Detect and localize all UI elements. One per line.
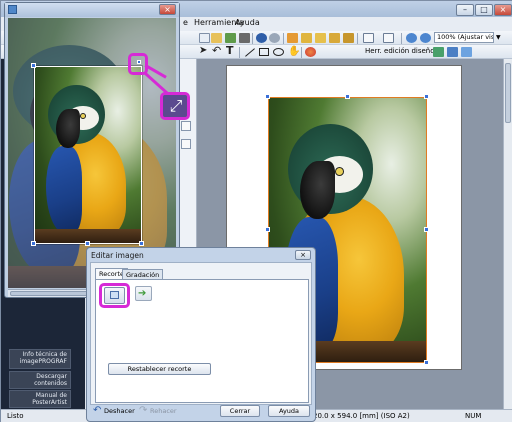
trim-titlebar: ×: [5, 3, 179, 17]
design-tool-2-icon[interactable]: [447, 47, 458, 57]
zoom-select[interactable]: 100% (Ajustar vista): [434, 32, 494, 43]
tech-info-button[interactable]: Info técnica de imagePROGRAF: [9, 349, 71, 369]
resize-handle[interactable]: [424, 227, 429, 232]
crop-handle-highlighted[interactable]: [137, 60, 141, 64]
align-icon[interactable]: [287, 33, 298, 43]
design-tool-1-icon[interactable]: [433, 47, 444, 57]
chevron-down-icon[interactable]: ▼: [496, 34, 501, 41]
undo-icon: ↶: [93, 405, 102, 416]
pointer-icon[interactable]: ➤: [199, 46, 210, 56]
minimize-button[interactable]: –: [456, 4, 474, 16]
dialog-body: Recorte Gradación ➔ Restablecer recorte: [90, 262, 312, 405]
open-folder-icon[interactable]: [211, 33, 222, 43]
close-dialog-button[interactable]: Cerrar: [220, 405, 260, 417]
design-tool-3-icon[interactable]: [461, 47, 472, 57]
redo-icon: ↷: [139, 405, 148, 416]
resize-handle[interactable]: [424, 360, 429, 365]
distribute-icon[interactable]: [301, 33, 312, 43]
new-document-icon[interactable]: [199, 33, 210, 43]
property-field[interactable]: [181, 121, 191, 131]
highlight-resize-cursor: ⤢: [160, 92, 190, 120]
crop-tab-panel: ➔ Restablecer recorte: [95, 279, 309, 403]
resize-handle[interactable]: [424, 94, 429, 99]
crop-handle[interactable]: [85, 241, 90, 246]
grid-icon[interactable]: [383, 33, 394, 43]
crop-icon: [110, 291, 119, 299]
undo-icon[interactable]: [256, 33, 267, 43]
close-button[interactable]: ×: [494, 4, 512, 16]
page-size-text: 20.0 x 594.0 [mm] (ISO A2): [313, 412, 410, 420]
num-lock-indicator: NUM: [465, 412, 482, 420]
resize-handle[interactable]: [345, 94, 350, 99]
frame-icon[interactable]: [363, 33, 374, 43]
menu-item-help[interactable]: Ayuda: [235, 18, 260, 27]
ellipse-icon[interactable]: [273, 48, 284, 56]
crop-button[interactable]: [104, 287, 125, 304]
hand-icon[interactable]: ✋: [288, 46, 300, 57]
crop-handle[interactable]: [31, 241, 36, 246]
resize-diagonal-icon: ⤢: [169, 96, 183, 115]
dialog-title: Editar imagen: [91, 251, 144, 260]
dialog-close-button[interactable]: ×: [295, 250, 311, 260]
resize-handle[interactable]: [265, 94, 270, 99]
crop-handle[interactable]: [31, 63, 36, 68]
zoom-out-icon[interactable]: [420, 33, 431, 43]
rotate-icon[interactable]: ↶: [212, 45, 223, 57]
apply-crop-button[interactable]: ➔: [135, 286, 152, 301]
toolbar-separator: [401, 33, 402, 44]
arrow-right-icon: ➔: [138, 288, 147, 299]
layer-back-icon[interactable]: [329, 33, 340, 43]
app-icon: [8, 5, 17, 14]
edit-image-dialog: Editar imagen × Recorte Gradación ➔ Rest…: [86, 247, 316, 422]
group-icon[interactable]: [343, 33, 354, 43]
redo-icon[interactable]: [269, 33, 280, 43]
resize-handle[interactable]: [265, 227, 270, 232]
redo-button: Rehacer: [150, 407, 177, 415]
download-contents-button[interactable]: Descargar contenidos: [9, 371, 71, 389]
reset-crop-button[interactable]: Restablecer recorte: [108, 363, 211, 375]
help-button[interactable]: Ayuda: [268, 405, 310, 417]
rectangle-icon[interactable]: [259, 48, 269, 56]
toolbar-separator: [239, 47, 240, 58]
undo-button[interactable]: Deshacer: [104, 407, 135, 415]
maximize-button[interactable]: □: [475, 4, 493, 16]
property-field[interactable]: [181, 139, 191, 149]
design-tools-label: Herr. edición diseño: [365, 47, 435, 55]
trim-close-button[interactable]: ×: [159, 4, 176, 15]
toolbar-separator: [252, 33, 253, 44]
toolbar-separator: [301, 47, 302, 58]
menu-item-view[interactable]: e: [183, 18, 188, 27]
vertical-scrollbar[interactable]: [503, 59, 512, 409]
manual-button[interactable]: Manual de PosterArtist: [9, 390, 71, 408]
save-icon[interactable]: [225, 33, 236, 43]
line-icon[interactable]: [245, 48, 255, 57]
toolbar-separator: [283, 33, 284, 44]
print-icon[interactable]: [239, 33, 250, 43]
crop-region[interactable]: [34, 66, 142, 244]
zoom-in-icon[interactable]: [406, 33, 417, 43]
text-icon[interactable]: T: [226, 45, 237, 57]
color-icon[interactable]: [305, 47, 316, 57]
scroll-thumb[interactable]: [505, 63, 511, 123]
status-text: Listo: [7, 412, 24, 420]
layer-front-icon[interactable]: [315, 33, 326, 43]
toolbar-separator: [357, 33, 358, 44]
crop-handle[interactable]: [139, 241, 144, 246]
